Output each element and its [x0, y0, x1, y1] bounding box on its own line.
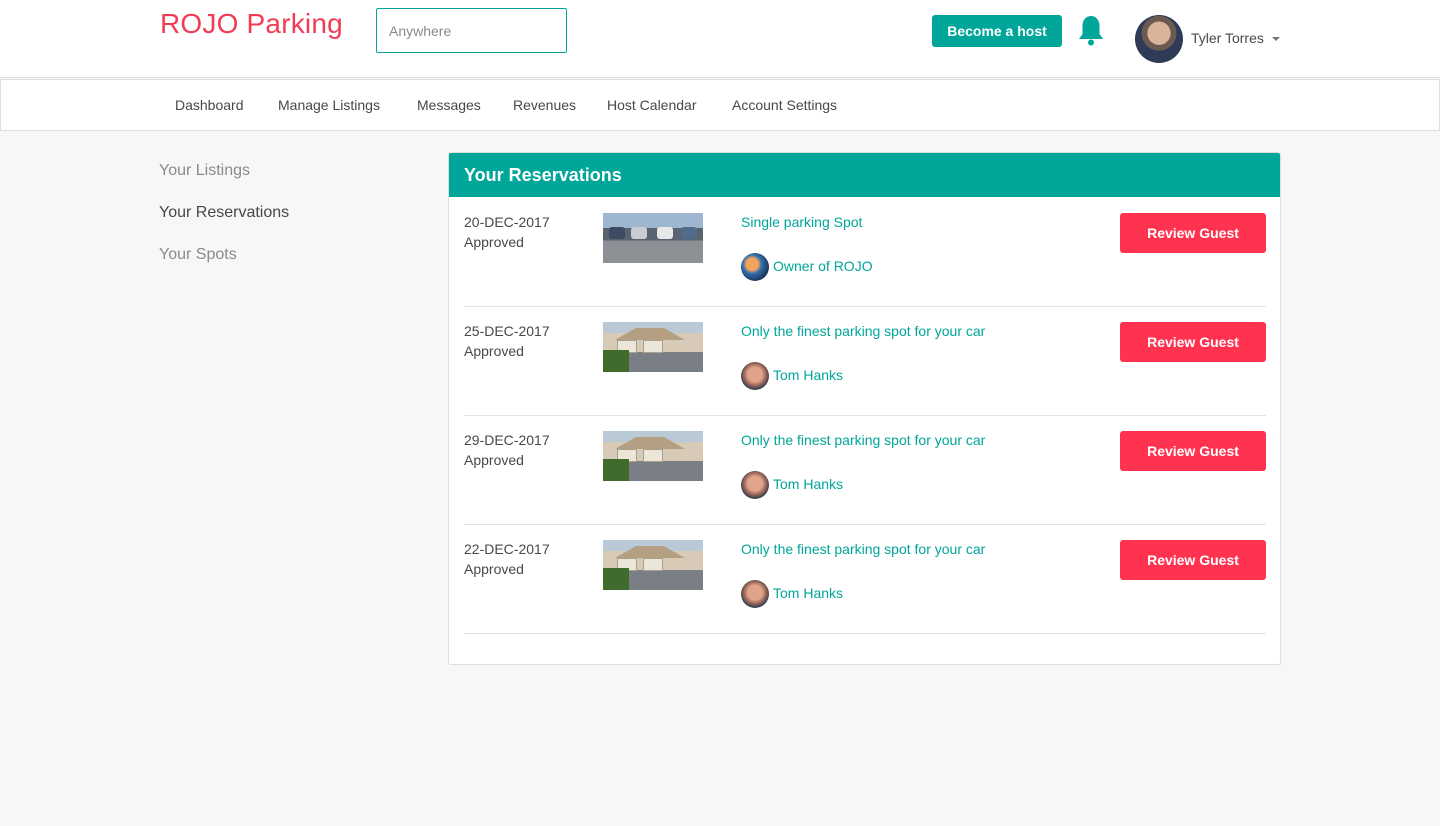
- top-header: ROJO Parking Become a host Tyler Torres: [0, 0, 1440, 78]
- chevron-down-icon[interactable]: [1272, 37, 1280, 41]
- nav-dashboard[interactable]: Dashboard: [175, 97, 244, 113]
- panel-header: Your Reservations: [449, 153, 1280, 197]
- car-shape: [681, 227, 697, 239]
- sidebar-item-your-reservations[interactable]: Your Reservations: [159, 204, 289, 222]
- lawn-shape: [603, 459, 629, 481]
- listing-title-link[interactable]: Only the finest parking spot for your ca…: [741, 323, 985, 339]
- reservation-row: 25-DEC-2017 Approved Only the finest par…: [464, 307, 1266, 416]
- reservation-status: Approved: [464, 561, 524, 577]
- review-guest-button[interactable]: Review Guest: [1120, 322, 1266, 362]
- brand-logo[interactable]: ROJO Parking: [160, 8, 343, 40]
- reservation-date: 25-DEC-2017: [464, 323, 550, 339]
- driveway-image[interactable]: [603, 431, 703, 481]
- reservation-row: 22-DEC-2017 Approved Only the finest par…: [464, 525, 1266, 634]
- car-shape: [657, 227, 673, 239]
- sub-navigation: Dashboard Manage Listings Messages Reven…: [0, 79, 1440, 131]
- host-name-link[interactable]: Tom Hanks: [773, 476, 843, 492]
- nav-host-calendar[interactable]: Host Calendar: [607, 97, 697, 113]
- sidebar-item-your-spots[interactable]: Your Spots: [159, 246, 237, 264]
- panel-title: Your Reservations: [464, 165, 622, 185]
- listing-title-link[interactable]: Only the finest parking spot for your ca…: [741, 432, 985, 448]
- garage-door-shape: [643, 449, 663, 462]
- host-avatar[interactable]: [741, 362, 769, 390]
- reservation-date: 22-DEC-2017: [464, 541, 550, 557]
- nav-manage-listings[interactable]: Manage Listings: [278, 97, 380, 113]
- search-input[interactable]: [376, 8, 567, 53]
- car-shape: [631, 227, 647, 239]
- reservation-row: 20-DEC-2017 Approved Single parking Spot…: [464, 198, 1266, 307]
- user-name[interactable]: Tyler Torres: [1191, 30, 1264, 46]
- car-shape: [609, 227, 625, 239]
- reservation-date: 20-DEC-2017: [464, 214, 550, 230]
- listing-title-link[interactable]: Only the finest parking spot for your ca…: [741, 541, 985, 557]
- review-guest-button[interactable]: Review Guest: [1120, 213, 1266, 253]
- nav-revenues[interactable]: Revenues: [513, 97, 576, 113]
- reservation-status: Approved: [464, 234, 524, 250]
- host-name-link[interactable]: Tom Hanks: [773, 367, 843, 383]
- roof-shape: [615, 437, 685, 449]
- host-avatar[interactable]: [741, 580, 769, 608]
- driveway-image[interactable]: [603, 540, 703, 590]
- user-avatar[interactable]: [1135, 15, 1183, 63]
- become-host-button[interactable]: Become a host: [932, 15, 1062, 47]
- garage-door-shape: [643, 558, 663, 571]
- garage-door-shape: [643, 340, 663, 353]
- review-guest-button[interactable]: Review Guest: [1120, 540, 1266, 580]
- parking-lot-image[interactable]: [603, 213, 703, 263]
- lawn-shape: [603, 350, 629, 372]
- host-name-link[interactable]: Owner of ROJO: [773, 258, 873, 274]
- roof-shape: [615, 328, 685, 340]
- bell-icon[interactable]: [1077, 14, 1105, 46]
- nav-messages[interactable]: Messages: [417, 97, 481, 113]
- lawn-shape: [603, 568, 629, 590]
- reservation-date: 29-DEC-2017: [464, 432, 550, 448]
- roof-shape: [615, 546, 685, 558]
- review-guest-button[interactable]: Review Guest: [1120, 431, 1266, 471]
- sidebar-item-your-listings[interactable]: Your Listings: [159, 162, 250, 180]
- host-avatar[interactable]: [741, 471, 769, 499]
- reservation-row: 29-DEC-2017 Approved Only the finest par…: [464, 416, 1266, 525]
- reservations-panel: Your Reservations 20-DEC-2017 Approved S…: [448, 152, 1281, 665]
- nav-account-settings[interactable]: Account Settings: [732, 97, 837, 113]
- driveway-image[interactable]: [603, 322, 703, 372]
- reservation-status: Approved: [464, 452, 524, 468]
- host-name-link[interactable]: Tom Hanks: [773, 585, 843, 601]
- reservation-status: Approved: [464, 343, 524, 359]
- host-avatar[interactable]: [741, 253, 769, 281]
- listing-title-link[interactable]: Single parking Spot: [741, 214, 862, 230]
